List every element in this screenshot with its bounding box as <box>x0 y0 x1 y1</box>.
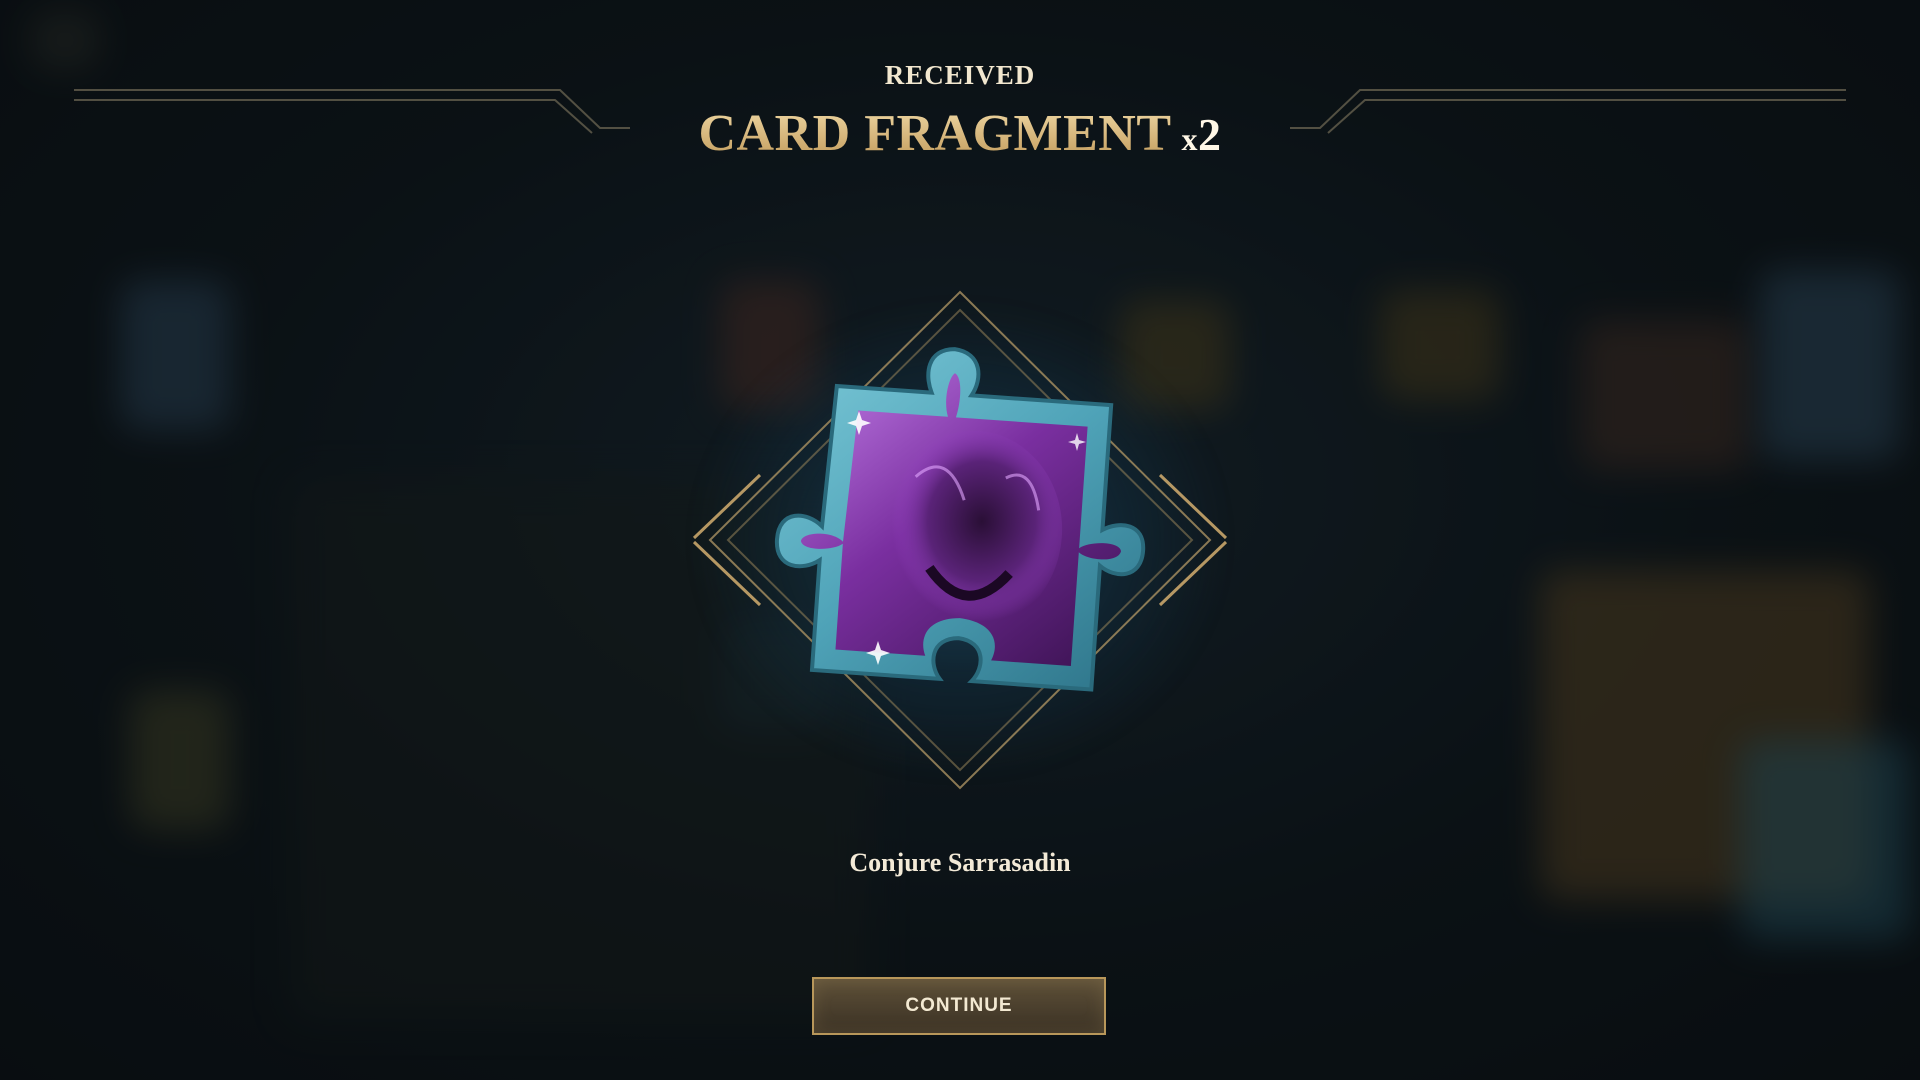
reward-title: CARD FRAGMENT x2 <box>0 104 1920 163</box>
reward-quantity: x2 <box>1182 109 1222 160</box>
puzzle-piece-card-fragment-icon <box>692 290 1228 790</box>
received-label: RECEIVED <box>884 60 1036 90</box>
reward-type-name: CARD FRAGMENT <box>698 105 1172 162</box>
quantity-value: 2 <box>1198 109 1222 160</box>
quantity-prefix: x <box>1181 121 1199 157</box>
continue-button[interactable]: CONTINUE <box>812 977 1106 1035</box>
reward-item-name: Conjure Sarrasadin <box>849 848 1071 877</box>
